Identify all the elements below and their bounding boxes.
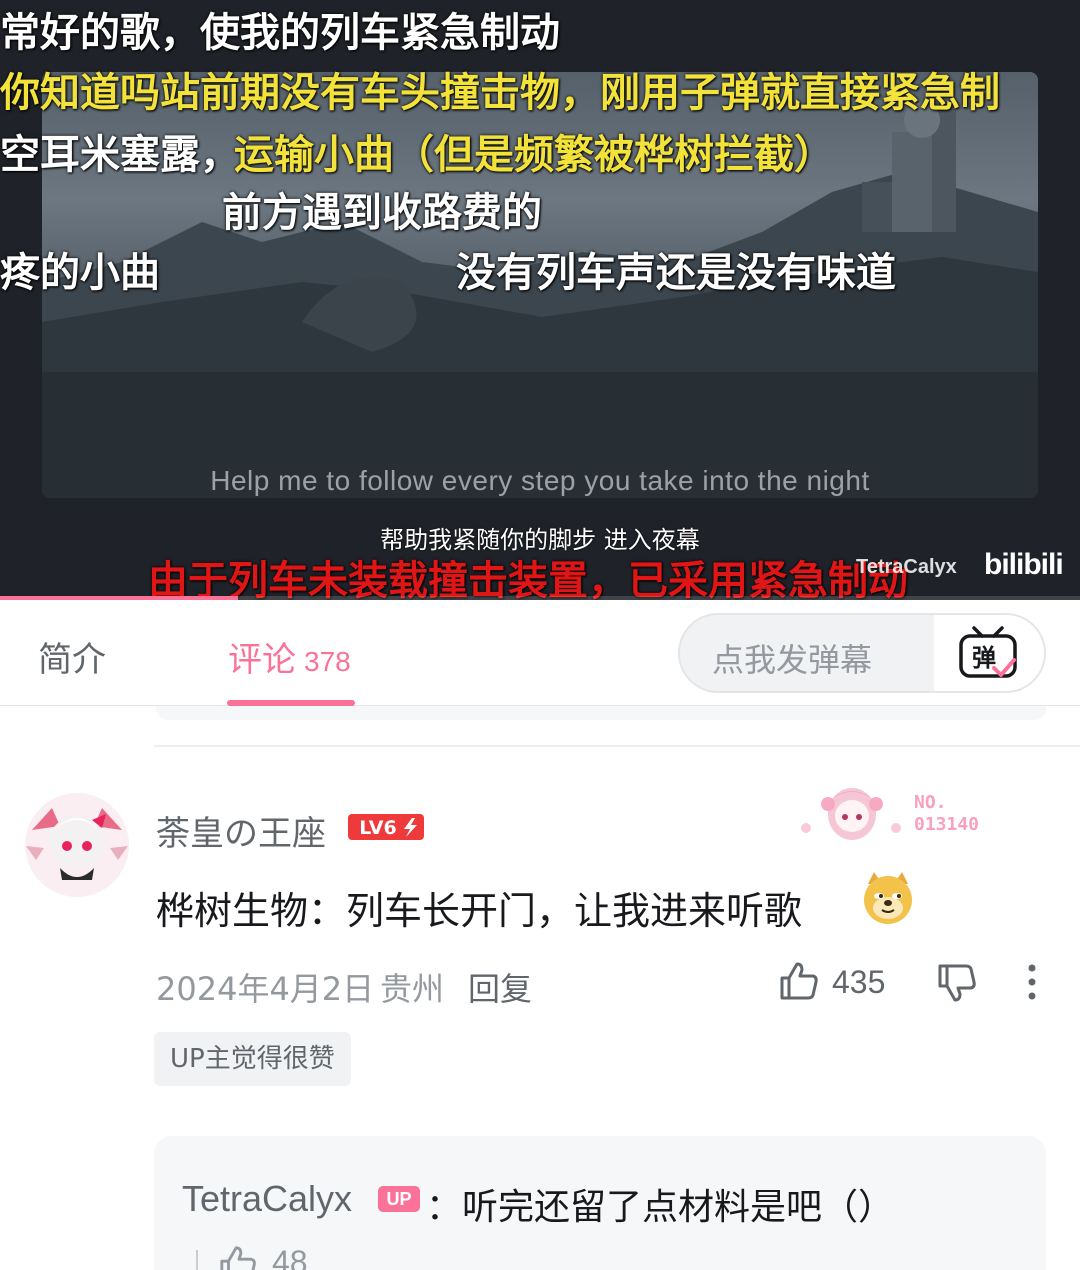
- thumbs-up-icon[interactable]: [778, 960, 820, 1002]
- tab-comments-count: 378: [304, 646, 351, 677]
- comment-date: 2024年4月2日: [156, 970, 375, 1008]
- danmaku-comment: 空耳米塞露，: [0, 132, 240, 178]
- more-vertical-icon[interactable]: [1018, 962, 1046, 1002]
- danmaku-toggle-icon: 弹: [959, 626, 1017, 678]
- previous-item-edge: [156, 706, 1046, 720]
- reply-button[interactable]: 回复: [468, 964, 532, 1010]
- up-badge: UP: [378, 1186, 420, 1212]
- doge-emoji-icon: [864, 872, 912, 924]
- subtitle-english: Help me to follow every step you take in…: [210, 465, 870, 496]
- tab-comments-label: 评论: [228, 640, 296, 680]
- fan-badge-avatar: [801, 788, 901, 840]
- danmaku-comment: 前方遇到收路费的: [222, 190, 542, 236]
- danmaku-toggle-button[interactable]: 弹: [934, 615, 1044, 691]
- danmaku-comment: 由于列车未装载撞击装置，已采用紧急制动: [148, 558, 908, 600]
- comment-divider: [154, 745, 1080, 747]
- thumbs-down-icon[interactable]: [936, 962, 978, 1004]
- tab-comments[interactable]: 评论 378: [228, 632, 351, 681]
- bilibili-logo: bilibili: [984, 548, 1064, 581]
- uploader-watermark: TetraCalyx: [856, 556, 957, 578]
- reply-indent-bar: [196, 1250, 198, 1270]
- thumbs-up-icon[interactable]: [218, 1244, 258, 1270]
- danmaku-send-box[interactable]: 点我发弹幕 弹: [678, 613, 1046, 693]
- danmaku-input[interactable]: 点我发弹幕: [712, 635, 872, 681]
- user-avatar[interactable]: [22, 790, 132, 900]
- reply-like-count: 48: [272, 1244, 308, 1270]
- like-count: 435: [832, 964, 886, 1000]
- comment-region: 贵州: [380, 970, 445, 1008]
- danmaku-comment: 运输小曲（但是频繁被桦树拦截）: [234, 132, 834, 178]
- danmaku-comment: 常好的歌，使我的列车紧急制动: [0, 10, 560, 56]
- reply-username[interactable]: TetraCalyx: [182, 1178, 352, 1220]
- tab-intro[interactable]: 简介: [38, 632, 106, 681]
- fan-number: NO. 013140: [914, 792, 979, 836]
- fan-number-label: NO.: [914, 792, 947, 813]
- danmaku-comment: 你知道吗站前期没有车头撞击物，刚用子弹就直接紧急制: [0, 70, 1000, 116]
- up-liked-tag: UP主觉得很赞: [154, 1032, 351, 1086]
- video-player[interactable]: 常好的歌，使我的列车紧急制动 你知道吗站前期没有车头撞击物，刚用子弹就直接紧急制…: [0, 0, 1080, 600]
- level-badge-text: LV6: [359, 817, 396, 839]
- user-level-badge: LV6: [348, 814, 424, 840]
- danmaku-comment: 没有列车声还是没有味道: [456, 250, 896, 296]
- reply-text: ：听完还留了点材料是吧（）: [426, 1187, 895, 1228]
- comment-text: 桦树生物：列车长开门，让我进来听歌: [156, 889, 803, 933]
- danmaku-comment: 疼的小曲: [0, 250, 160, 296]
- comment-username[interactable]: 荼皇の王座: [156, 806, 326, 855]
- fan-number-value: 013140: [914, 814, 980, 835]
